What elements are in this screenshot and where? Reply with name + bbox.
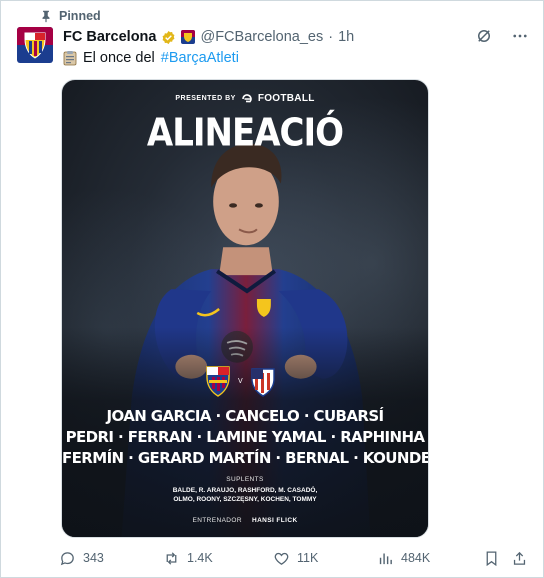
tweet-header: FC Barcelona @FCBarcelona_es · 1h (63, 27, 354, 47)
bookmark-button[interactable] (483, 550, 500, 567)
like-icon (274, 552, 289, 565)
repost-button[interactable]: 1.4K (163, 550, 213, 567)
tweet-text-prefix: El once del (83, 50, 155, 66)
pin-icon (42, 10, 50, 23)
views-count: 484K (401, 551, 431, 565)
substitutes-label: SUPLENTS (226, 476, 264, 483)
avatar[interactable] (17, 27, 53, 63)
lineup-row: FERMÍN · GERARD MARTÍN · BERNAL · KOUNDE (62, 449, 429, 467)
lineup-row: PEDRI · FERRAN · LAMINE YAMAL · RAPHINHA (65, 428, 425, 446)
tweet-text: El once del #BarçaAtleti (63, 48, 239, 68)
sponsor-name: FOOTBALL (257, 93, 315, 104)
clipboard-icon (63, 51, 77, 66)
repost-count: 1.4K (187, 551, 213, 565)
like-button[interactable]: 11K (273, 550, 318, 567)
presented-by: PRESENTED BY FOOTBALL (62, 93, 428, 104)
author-handle[interactable]: @FCBarcelona_es (200, 29, 323, 45)
affiliation-badge-icon[interactable] (181, 30, 196, 44)
poster-title: ALINEACIÓ (146, 110, 344, 156)
barcelona-crest-icon (206, 366, 230, 397)
tweet-media-image[interactable]: PRESENTED BY FOOTBALL ALINEACIÓ V JOAN G… (61, 79, 429, 538)
reply-count: 343 (83, 551, 104, 565)
repost-icon (166, 551, 177, 565)
coach-label: ENTRENADOR (192, 517, 242, 524)
pinned-label: Pinned (59, 9, 101, 23)
reply-icon (60, 551, 74, 565)
tweet-top-actions (475, 27, 529, 45)
share-icon (513, 551, 526, 565)
hashtag-link[interactable]: #BarçaAtleti (161, 50, 239, 66)
tweet-card[interactable]: Pinned FC Barcelona @FCBarcelona_es · 1h (0, 0, 544, 578)
lineup: JOAN GARCIA · CANCELO · CUBARSÍ PEDRI · … (62, 406, 428, 469)
author-name[interactable]: FC Barcelona (63, 29, 156, 45)
presented-by-label: PRESENTED BY (175, 95, 236, 102)
share-button[interactable] (511, 550, 528, 567)
views-button[interactable]: 484K (377, 550, 430, 567)
coach-line: ENTRENADOR HANSI FLICK (62, 517, 428, 524)
substitutes-list: BALDE, R. ARAUJO, RASHFORD, M. CASADÓ, O… (62, 486, 428, 504)
atletico-crest-icon (250, 368, 275, 397)
bookmark-icon (486, 550, 497, 566)
lineup-row: JOAN GARCIA · CANCELO · CUBARSÍ (106, 407, 384, 425)
efootball-logo-icon (242, 93, 252, 102)
substitutes-row: OLMO, ROONY, SZCZĘSNY, KOCHEN, TOMMY (173, 496, 317, 503)
views-icon (379, 553, 392, 564)
match-crests: V (204, 365, 277, 397)
more-icon[interactable] (511, 27, 529, 45)
verified-icon (163, 30, 175, 44)
versus-label: V (238, 377, 243, 385)
barca-crest-avatar (17, 27, 53, 63)
coach-name: HANSI FLICK (251, 517, 298, 524)
tweet-actions: 343 1.4K 11K 484K (59, 547, 531, 569)
separator: · (328, 29, 334, 45)
like-count: 11K (297, 551, 319, 565)
grok-icon[interactable] (475, 27, 493, 45)
timestamp[interactable]: 1h (338, 29, 354, 45)
reply-button[interactable]: 343 (59, 550, 104, 567)
substitutes-row: BALDE, R. ARAUJO, RASHFORD, M. CASADÓ, (172, 487, 318, 494)
pinned-indicator: Pinned (39, 7, 101, 25)
